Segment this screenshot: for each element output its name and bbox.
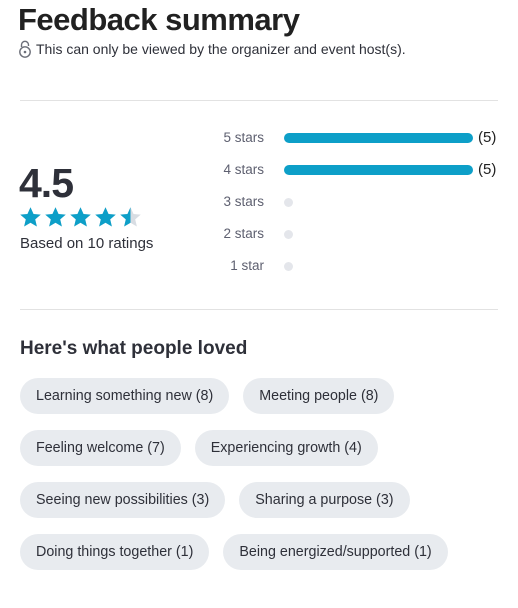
loved-chip[interactable]: Being energized/supported (1) [223,534,448,570]
chip-row: Learning something new (8) Meeting people… [20,378,500,414]
loved-chip[interactable]: Experiencing growth (4) [194,430,378,466]
privacy-note: This can only be viewed by the organizer… [18,40,406,58]
loved-chip[interactable]: Meeting people (8) [243,378,395,414]
loved-heading: Here's what people loved [20,338,248,359]
divider [20,100,498,101]
lock-icon [19,40,31,58]
breakdown-empty-dot [284,262,293,271]
breakdown-label: 3 stars [223,194,264,209]
breakdown-row: 2 stars [0,224,518,244]
chip-row: Feeling welcome (7) Experiencing growth (… [20,430,500,466]
breakdown-label: 1 star [230,258,264,273]
breakdown-row: 5 stars (5) [0,128,518,148]
privacy-text: This can only be viewed by the organizer… [36,41,406,57]
loved-chip[interactable]: Learning something new (8) [20,378,230,414]
loved-chips: Learning something new (8) Meeting people… [20,378,500,586]
page-title: Feedback summary [18,2,300,37]
breakdown-row: 1 star [0,256,518,276]
breakdown-bar [284,133,473,143]
breakdown-label: 5 stars [223,130,264,145]
breakdown-empty-dot [284,198,293,207]
breakdown-label: 4 stars [223,162,264,177]
loved-chip[interactable]: Feeling welcome (7) [20,430,181,466]
chip-row: Seeing new possibilities (3) Sharing a pu… [20,482,500,518]
loved-chip[interactable]: Doing things together (1) [20,534,210,570]
breakdown-row: 3 stars [0,192,518,212]
breakdown-bar [284,165,473,175]
loved-chip[interactable]: Sharing a purpose (3) [239,482,410,518]
breakdown-row: 4 stars (5) [0,160,518,180]
divider [20,309,498,310]
breakdown-label: 2 stars [223,226,264,241]
breakdown-empty-dot [284,230,293,239]
loved-chip[interactable]: Seeing new possibilities (3) [20,482,226,518]
breakdown-count: (5) [478,129,497,146]
chip-row: Doing things together (1) Being energized… [20,534,500,570]
breakdown-count: (5) [478,161,497,178]
